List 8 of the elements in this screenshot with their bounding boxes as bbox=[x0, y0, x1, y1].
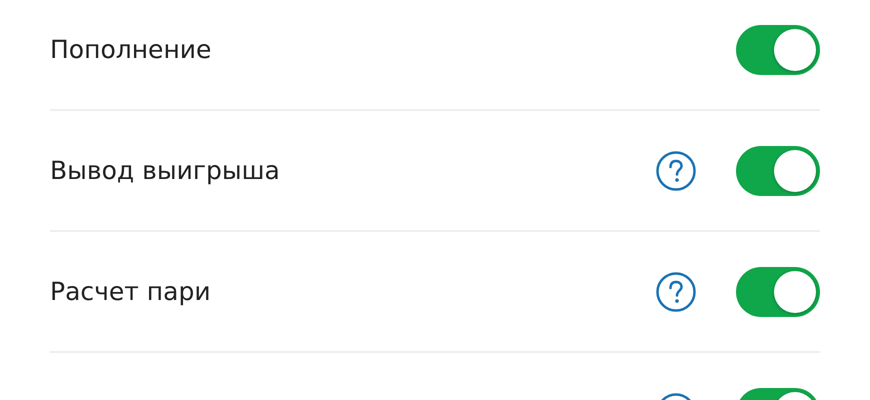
help-icon[interactable] bbox=[656, 272, 696, 312]
toggle-switch[interactable] bbox=[736, 24, 820, 74]
setting-label: Расчет пари bbox=[50, 277, 211, 306]
setting-label: Пополнение bbox=[50, 35, 212, 64]
help-icon[interactable] bbox=[656, 150, 696, 190]
toggle-switch[interactable] bbox=[736, 266, 820, 316]
setting-label: Вывод выигрыша bbox=[50, 156, 280, 185]
toggle-switch[interactable] bbox=[736, 146, 820, 196]
